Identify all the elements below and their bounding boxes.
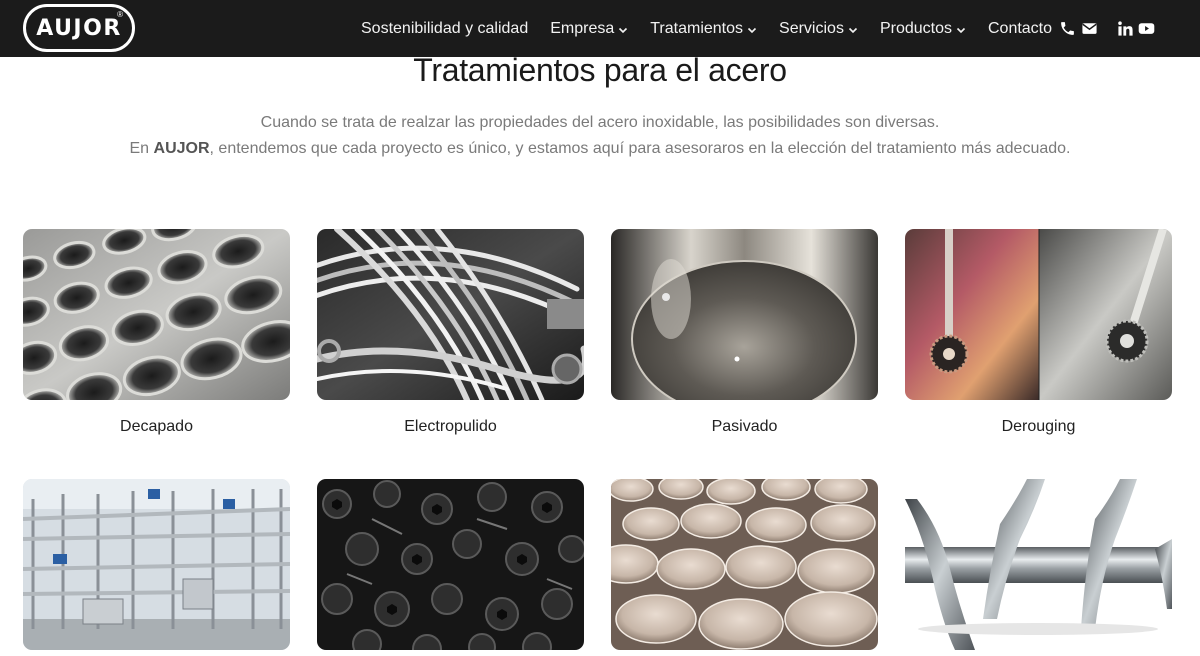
logo-text: AUJOR [36, 15, 122, 41]
intro-prefix: En [129, 140, 154, 157]
treatment-label: Pasivado [711, 418, 778, 435]
phone-icon[interactable] [1059, 20, 1076, 37]
chevron-down-icon [619, 27, 628, 33]
chevron-down-icon [956, 27, 966, 33]
steel-screw-conveyor-image [905, 479, 1172, 650]
intro-line-1: Cuando se trata de realzar las propiedad… [260, 114, 940, 131]
nav-item-label: Servicios [779, 19, 844, 37]
tank-agitator-before-after-image [905, 229, 1172, 400]
nav-item-label: Productos [879, 19, 952, 37]
treatment-label: Decapado [120, 418, 193, 435]
treatment-label: Electropulido [404, 418, 497, 435]
nav-item-label: Empresa [550, 19, 615, 37]
contact-icons [1059, 0, 1098, 57]
treatment-card-decapado[interactable]: Decapado [23, 229, 290, 436]
treatment-card-pasivado[interactable]: Pasivado [611, 229, 878, 436]
intro-line-2: En AUJOR, entendemos que cada proyecto e… [0, 136, 1200, 162]
nav-item-productos[interactable]: Productos [880, 20, 966, 38]
chevron-down-icon [848, 27, 858, 33]
nav-item-label: Contacto [987, 19, 1053, 37]
industrial-piping-plant-image [23, 479, 290, 650]
linkedin-icon[interactable] [1117, 20, 1134, 37]
nav-item-label: Tratamientos [650, 19, 744, 37]
youtube-icon[interactable] [1138, 20, 1155, 37]
treatment-label: Derouging [1001, 418, 1076, 435]
perforated-steel-plate-image [23, 229, 290, 400]
social-icons [1117, 0, 1155, 57]
nav-item-servicios[interactable]: Servicios [779, 20, 858, 38]
nav-item-empresa[interactable]: Empresa [550, 20, 628, 38]
chevron-down-icon [747, 27, 757, 33]
treatment-card-5[interactable] [23, 479, 290, 656]
treatment-card-electropulido[interactable]: Electropulido [317, 229, 584, 436]
nav-item-label: Sostenibilidad y calidad [361, 19, 529, 37]
nav-item-tratamientos[interactable]: Tratamientos [650, 20, 757, 38]
mail-icon[interactable] [1081, 20, 1098, 37]
intro-suffix: , entendemos que cada proyecto es único,… [209, 140, 1071, 157]
treatment-card-6[interactable] [317, 479, 584, 656]
nav-item-contacto[interactable]: Contacto [988, 20, 1052, 38]
black-screws-pile-image [317, 479, 584, 650]
intro-brand: AUJOR [153, 140, 210, 157]
aujor-logo[interactable]: AUJOR ® [23, 4, 135, 52]
treatment-card-derouging[interactable]: Derouging [905, 229, 1172, 436]
nav-item-sostenibilidad[interactable]: Sostenibilidad y calidad [361, 20, 528, 38]
polished-steel-tank-interior-image [611, 229, 878, 400]
top-navbar: AUJOR ® Sostenibilidad y calidad Empresa… [0, 0, 1200, 57]
page-title: Tratamientos para el acero [413, 52, 787, 88]
coiled-steel-tubes-image [317, 229, 584, 400]
intro-text: Cuando se trata de realzar las propiedad… [0, 110, 1200, 162]
registered-mark: ® [117, 10, 123, 19]
treatment-card-8[interactable] [905, 479, 1172, 656]
treatment-card-7[interactable] [611, 479, 878, 656]
main-menu: Sostenibilidad y calidad Empresa Tratami… [361, 0, 1074, 57]
steel-bowls-stack-image [611, 479, 878, 650]
